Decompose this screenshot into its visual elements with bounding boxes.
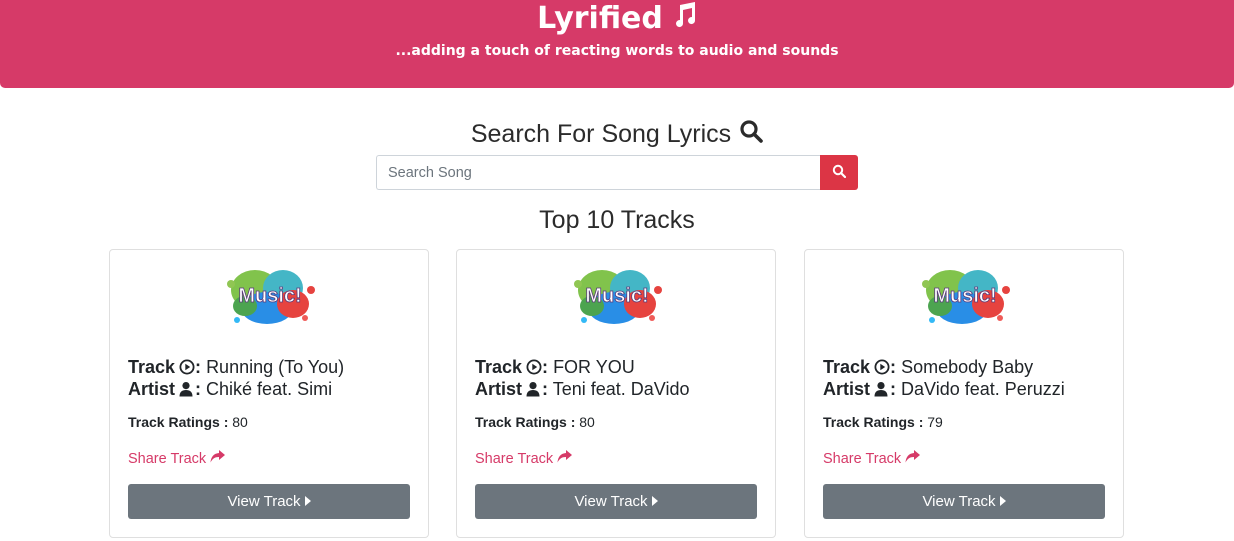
play-circle-icon [874, 359, 890, 380]
artist-label: Artist [475, 379, 523, 399]
ratings-value: 79 [927, 414, 943, 430]
search-button[interactable] [820, 155, 858, 190]
user-icon [874, 381, 890, 402]
share-icon [210, 450, 226, 467]
artist-label: Artist [823, 379, 871, 399]
svg-text:Music!: Music! [238, 285, 301, 307]
share-icon [905, 450, 921, 467]
header-banner: Lyrified ...adding a touch of reacting w… [0, 0, 1234, 88]
ratings-label: Track Ratings : [823, 414, 924, 430]
caret-right-icon [304, 493, 311, 510]
music-note-icon [673, 1, 697, 36]
track-label: Track [475, 357, 523, 377]
artist-name: DaVido feat. Peruzzi [901, 379, 1065, 399]
track-card: Music! Track: Running (To You) Artist: C… [109, 249, 429, 538]
track-ratings: Track Ratings : 79 [823, 414, 943, 430]
ratings-label: Track Ratings : [475, 414, 576, 430]
share-track-label: Share Track [128, 450, 207, 467]
track-name: Running (To You) [206, 357, 345, 377]
view-track-label: View Track [922, 493, 996, 510]
share-track-label: Share Track [823, 450, 902, 467]
play-circle-icon [526, 359, 542, 380]
track-ratings: Track Ratings : 80 [128, 414, 248, 430]
share-track-link[interactable]: Share Track [128, 450, 226, 467]
view-track-label: View Track [227, 493, 301, 510]
search-heading: Search For Song Lyrics [0, 119, 1234, 150]
track-line: Track: Somebody Baby [823, 357, 1033, 380]
view-track-button[interactable]: View Track [823, 484, 1105, 519]
share-track-label: Share Track [475, 450, 554, 467]
view-track-button[interactable]: View Track [128, 484, 410, 519]
app-title: Lyrified [537, 1, 663, 36]
ratings-value: 80 [579, 414, 595, 430]
share-track-link[interactable]: Share Track [823, 450, 921, 467]
view-track-label: View Track [574, 493, 648, 510]
svg-text:Music!: Music! [933, 285, 996, 307]
track-label: Track [128, 357, 176, 377]
svg-text:Music!: Music! [585, 285, 648, 307]
search-form [376, 155, 858, 190]
ratings-value: 80 [232, 414, 248, 430]
user-icon [179, 381, 195, 402]
music-splash-image: Music! [912, 260, 1018, 332]
tagline: ...adding a touch of reacting words to a… [395, 43, 839, 59]
track-name: Somebody Baby [901, 357, 1034, 377]
track-name: FOR YOU [553, 357, 635, 377]
brand: Lyrified [0, 1, 1234, 36]
user-icon [526, 381, 542, 402]
search-icon [832, 164, 847, 181]
track-ratings: Track Ratings : 80 [475, 414, 595, 430]
artist-line: Artist: Chiké feat. Simi [128, 379, 332, 402]
share-icon [557, 450, 573, 467]
caret-right-icon [999, 493, 1006, 510]
search-icon [739, 119, 763, 150]
artist-line: Artist: Teni feat. DaVido [475, 379, 689, 402]
caret-right-icon [651, 493, 658, 510]
ratings-label: Track Ratings : [128, 414, 229, 430]
music-splash-image: Music! [217, 260, 323, 332]
artist-label: Artist [128, 379, 176, 399]
artist-name: Chiké feat. Simi [206, 379, 333, 399]
artist-name: Teni feat. DaVido [552, 379, 690, 399]
play-circle-icon [179, 359, 195, 380]
artist-line: Artist: DaVido feat. Peruzzi [823, 379, 1065, 402]
share-track-link[interactable]: Share Track [475, 450, 573, 467]
track-label: Track [823, 357, 871, 377]
search-heading-text: Search For Song Lyrics [470, 120, 732, 148]
view-track-button[interactable]: View Track [475, 484, 757, 519]
music-splash-image: Music! [564, 260, 670, 332]
track-card: Music! Track: FOR YOU Artist: Teni feat.… [456, 249, 776, 538]
track-card: Music! Track: Somebody Baby Artist: DaVi… [804, 249, 1124, 538]
search-input[interactable] [376, 155, 820, 190]
track-line: Track: Running (To You) [128, 357, 344, 380]
track-line: Track: FOR YOU [475, 357, 635, 380]
top-tracks-heading: Top 10 Tracks [539, 206, 695, 234]
